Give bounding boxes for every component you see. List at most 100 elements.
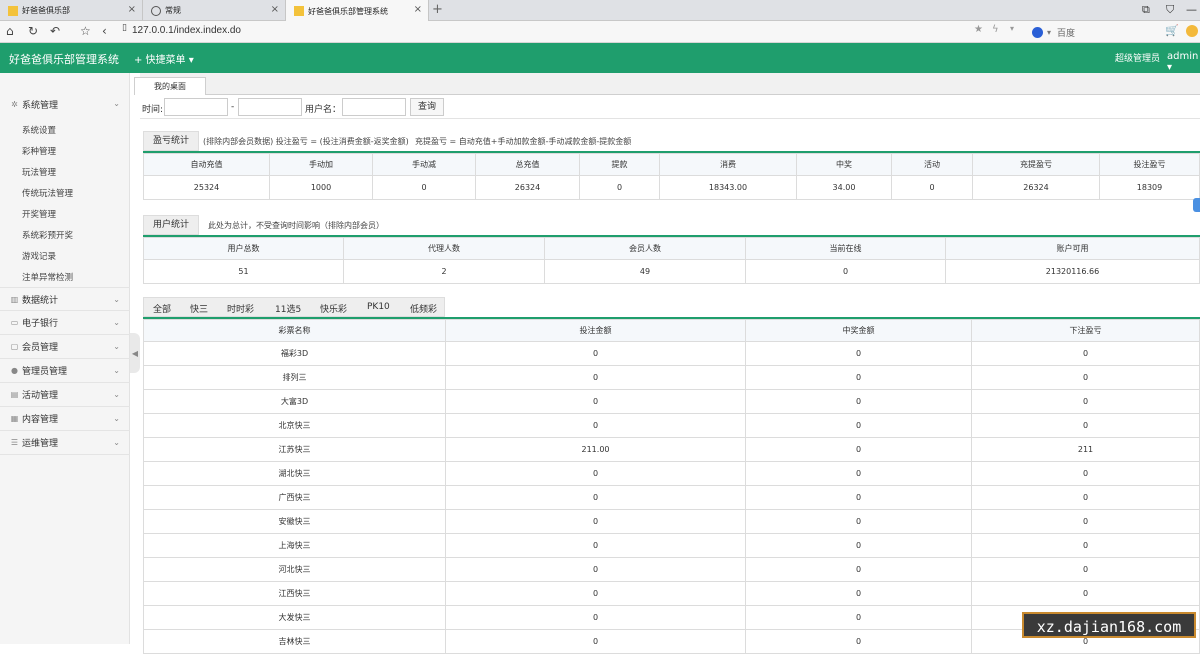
sidebar: ✲ 系统管理 ⌄ 系统设置 彩种管理 玩法管理 传统玩法管理 开奖管理 系统彩预… (0, 73, 130, 644)
close-icon[interactable]: × (128, 4, 136, 15)
search-placeholder: 百度 (1057, 28, 1076, 39)
tab-all[interactable]: 全部 (153, 302, 171, 315)
sidebar-item[interactable]: 彩种管理 (22, 145, 56, 157)
table-cell: 湖北快三 (143, 461, 446, 486)
sidebar-group-system[interactable]: ✲ 系统管理 ⌄ (0, 92, 130, 116)
sidebar-group-ops[interactable]: ☰ 运维管理 ⌄ (0, 431, 130, 455)
username-field[interactable] (342, 98, 406, 116)
sidebar-item[interactable]: 系统设置 (22, 124, 56, 136)
lightning-icon[interactable]: ϟ (992, 24, 999, 35)
user-section-header: 用户统计 此处为总计，不受查询时间影响（排除内部会员） (143, 215, 1200, 235)
table-cell: 0 (971, 365, 1200, 390)
table-cell: 0 (971, 533, 1200, 558)
table-cell: 0 (891, 175, 973, 200)
table-cell: 0 (579, 175, 660, 200)
side-panel-tab[interactable] (1193, 198, 1200, 212)
sidebar-item[interactable]: 游戏记录 (22, 250, 56, 262)
profit-stats-button[interactable]: 盈亏统计 (143, 131, 200, 151)
table-cell: 49 (544, 259, 746, 284)
back-icon[interactable]: ‹ (102, 24, 107, 38)
tab-my-desktop[interactable]: 我的桌面 (134, 77, 206, 95)
minimize-icon[interactable]: — (1186, 3, 1197, 16)
tab-ssc[interactable]: 时时彩 (227, 302, 254, 315)
table-cell: 0 (745, 605, 972, 630)
tab-k3[interactable]: 快三 (190, 302, 208, 315)
page-tab-bar: 我的桌面 (134, 73, 1200, 95)
tab-list-icon[interactable]: ⧉ (1142, 3, 1150, 17)
tab-pk10[interactable]: PK10 (367, 302, 390, 312)
tab-lowfreq[interactable]: 低频彩 (410, 302, 437, 315)
browser-tab[interactable]: 常规 × (143, 0, 286, 21)
table-cell: 0 (971, 581, 1200, 606)
sidebar-item[interactable]: 开奖管理 (22, 208, 56, 220)
undo-icon[interactable]: ↶ (50, 24, 60, 38)
table-cell: 0 (745, 437, 972, 462)
refresh-icon[interactable]: ↻ (28, 24, 38, 38)
sidebar-group-stats[interactable]: ▥ 数据统计 ⌄ (0, 287, 130, 311)
browser-tab-active[interactable]: 好爸爸俱乐部管理系统 × (286, 0, 429, 22)
table-cell: 0 (445, 413, 746, 438)
column-header: 投注盈亏 (1099, 153, 1200, 176)
table-cell: 0 (971, 341, 1200, 366)
table-cell: 排列三 (143, 365, 446, 390)
card-icon: ▭ (10, 318, 19, 327)
start-date-field[interactable] (164, 98, 228, 116)
list-icon: ☰ (10, 438, 19, 447)
user-menu[interactable]: admin ▾ (1167, 51, 1200, 73)
table-cell: 18309 (1099, 175, 1200, 200)
sidebar-item[interactable]: 玩法管理 (22, 166, 56, 178)
table-cell: 34.00 (796, 175, 892, 200)
close-icon[interactable]: × (414, 4, 422, 15)
search-input[interactable]: ▾ 百度 (1032, 24, 1152, 40)
end-date-field[interactable] (238, 98, 302, 116)
quick-menu-button[interactable]: + 快捷菜单 ▾ (134, 51, 194, 66)
table-cell: 0 (445, 605, 746, 630)
extension-icon[interactable] (1186, 25, 1198, 37)
star-icon[interactable]: ☆ (80, 24, 91, 38)
table-cell: 26324 (972, 175, 1100, 200)
sidebar-collapse-handle[interactable]: ◀ (130, 333, 140, 373)
sidebar-group-content[interactable]: ▦ 内容管理 ⌄ (0, 407, 130, 431)
sidebar-group-activity[interactable]: ▤ 活动管理 ⌄ (0, 383, 130, 407)
chevron-down-icon[interactable]: ▾ (1010, 24, 1014, 33)
tab-11x5[interactable]: 11选5 (275, 302, 301, 315)
sidebar-group-members[interactable]: ▢ 会员管理 ⌄ (0, 335, 130, 359)
new-tab-icon[interactable]: + (432, 2, 443, 17)
book-icon: ▦ (10, 414, 19, 423)
time-label: 时间: (142, 105, 164, 115)
address-bar: ⌂ ↻ ↶ ☆ ‹ ▯ 127.0.0.1/index.index.do ★ ϟ… (0, 21, 1200, 43)
sidebar-item[interactable]: 传统玩法管理 (22, 187, 73, 199)
shield-icon[interactable]: ⛉ (1166, 3, 1174, 17)
sidebar-group-admins[interactable]: ● 管理员管理 ⌄ (0, 359, 130, 383)
table-cell: 安徽快三 (143, 509, 446, 534)
browser-tab-title: 好爸爸俱乐部管理系统 (308, 6, 388, 16)
star-icon[interactable]: ★ (974, 24, 983, 35)
column-header: 自动充值 (143, 153, 270, 176)
cart-icon[interactable]: 🛒 (1165, 24, 1179, 37)
browser-tab[interactable]: 好爸爸俱乐部 × (0, 0, 143, 21)
table-cell: 0 (445, 581, 746, 606)
table-cell: 0 (372, 175, 476, 200)
table-row: 25324 1000 0 26324 0 18343.00 34.00 0 26… (143, 175, 1200, 200)
home-icon[interactable]: ⌂ (6, 24, 14, 38)
chevron-down-icon: ▾ (1047, 27, 1052, 37)
chevron-down-icon: ⌄ (113, 342, 120, 351)
column-header: 手动加 (269, 153, 373, 176)
folder-icon (294, 6, 304, 16)
url-field[interactable]: ▯ 127.0.0.1/index.index.do (122, 23, 1022, 41)
tab-kl[interactable]: 快乐彩 (320, 302, 347, 315)
table-row: 大富3D 0 0 0 (143, 389, 1200, 414)
sidebar-group-bank[interactable]: ▭ 电子银行 ⌄ (0, 311, 130, 335)
table-cell: 0 (971, 389, 1200, 414)
sidebar-item[interactable]: 注单异常检测 (22, 271, 73, 283)
column-header: 彩票名称 (143, 319, 446, 342)
user-icon: ● (11, 366, 18, 375)
table-cell: 0 (445, 365, 746, 390)
table-cell: 大富3D (143, 389, 446, 414)
user-stats-button[interactable]: 用户统计 (143, 215, 200, 235)
table-cell: 18343.00 (659, 175, 797, 200)
sidebar-item[interactable]: 系统彩预开奖 (22, 229, 73, 241)
close-icon[interactable]: × (271, 4, 279, 15)
username-label: 用户名： (305, 105, 342, 115)
query-button[interactable]: 查询 (410, 98, 444, 116)
